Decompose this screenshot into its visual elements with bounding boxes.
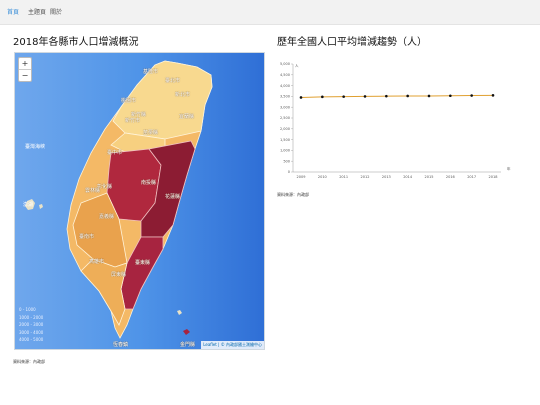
y-tick-label: 500	[283, 159, 290, 163]
county-label: 臺南市	[79, 234, 95, 240]
x-axis-label: 年	[507, 166, 511, 171]
y-tick-label: 3,500	[280, 95, 290, 99]
county-label: 金門縣	[180, 342, 196, 348]
y-tick-label: 0	[288, 170, 290, 174]
county-label: 屏東縣	[111, 272, 127, 278]
x-tick-label: 2015	[425, 175, 434, 179]
x-tick-label: 2013	[382, 175, 391, 179]
chart-caption: 資料來源：內政部	[277, 192, 309, 197]
data-point	[427, 94, 431, 98]
data-point	[406, 94, 409, 98]
legend-item: 3000 - 4000	[19, 329, 44, 335]
map-caption: 資料來源：內政部	[13, 359, 45, 364]
trend-chart: 0 500 1,000 1,500 2,000 2,500 3,000 3,500 4,000 4…	[277, 56, 513, 186]
county-label: 花蓮縣	[165, 194, 181, 200]
nav-item-about[interactable]: 關於	[50, 7, 62, 16]
legend-item: 2000 - 3000	[19, 322, 44, 327]
x-tick-label: 2014	[403, 175, 413, 179]
y-axis-label: 人	[295, 63, 299, 68]
chart-title: 歷年全國人口平均增減趨勢（人）	[277, 37, 427, 48]
county-label: 宜蘭縣	[179, 114, 195, 120]
county-label: 恆春鎮	[113, 342, 129, 348]
legend-item: 0 - 1000	[19, 307, 36, 312]
data-point	[491, 94, 495, 97]
county-label: 新竹市	[125, 118, 141, 124]
county-label: 南投縣	[141, 180, 157, 186]
x-tick-label: 2017	[467, 175, 476, 179]
map-attribution[interactable]: Leaflet | © 內政部國土測繪中心	[201, 341, 264, 349]
y-tick-label: 4,500	[280, 73, 290, 77]
county-label: 臺中市	[107, 150, 123, 156]
x-tick-label: 2011	[339, 175, 348, 179]
legend-item: 1000 - 2000	[19, 314, 44, 320]
data-point	[299, 96, 303, 99]
series-line	[300, 94, 494, 98]
y-tick-label: 2,500	[280, 116, 290, 120]
county-label: 嘉義縣	[99, 214, 115, 220]
county-label: 臺東縣	[135, 260, 151, 266]
chart-canvas: 0 500 1,000 1,500 2,000 2,500 3,000 3,500 4,000 4…	[280, 62, 511, 179]
sea-label: 澎湖	[23, 202, 34, 208]
data-point	[470, 94, 473, 97]
y-tick-label: 2,000	[280, 127, 290, 131]
data-point	[321, 95, 324, 99]
zoom-out-button[interactable]: −	[19, 69, 31, 81]
county-label: 新北市	[175, 92, 191, 98]
county-label: 桃園市	[121, 98, 137, 104]
x-tick-label: 2018	[489, 175, 498, 179]
county-label: 雲林縣	[85, 188, 101, 194]
sea-label: 臺灣海峽	[25, 144, 46, 150]
nav-item-topics[interactable]: 主題頁	[28, 7, 46, 16]
x-tick-label: 2010	[318, 175, 327, 179]
y-tick-label: 4,000	[280, 84, 290, 88]
y-tick-label: 1,500	[280, 138, 290, 142]
nav-item-home[interactable]: 首頁	[7, 7, 19, 16]
y-tick-label: 5,000	[280, 62, 290, 66]
y-tick-label: 3,000	[280, 105, 290, 109]
legend-item: 4000 - 5000	[19, 337, 44, 342]
zoom-in-button[interactable]: +	[19, 58, 31, 69]
taiwan-map[interactable]: + − 基隆市 臺北市 新北市 桃園市 新竹縣 新竹市 苗栗縣 宜蘭縣 臺中市 花蓮縣 南投縣 彰化縣…	[14, 52, 265, 350]
x-tick-label: 2016	[446, 175, 455, 179]
top-navigation: 首頁 主題頁 關於	[0, 0, 540, 25]
county-label: 基隆市	[143, 69, 159, 75]
data-point	[363, 95, 367, 98]
county-label: 高雄市	[89, 259, 105, 265]
county-label: 臺北市	[165, 78, 181, 84]
zoom-control: + −	[18, 57, 32, 82]
map-canvas	[15, 53, 264, 349]
x-tick-label: 2012	[361, 175, 370, 179]
x-tick-label: 2009	[297, 175, 306, 179]
data-point	[342, 95, 345, 98]
data-point	[385, 94, 388, 98]
county-label: 苗栗縣	[143, 130, 159, 136]
y-tick-label: 1,000	[280, 149, 290, 153]
data-point	[449, 94, 452, 98]
map-title: 2018年各縣市人口增減概況	[13, 37, 139, 48]
